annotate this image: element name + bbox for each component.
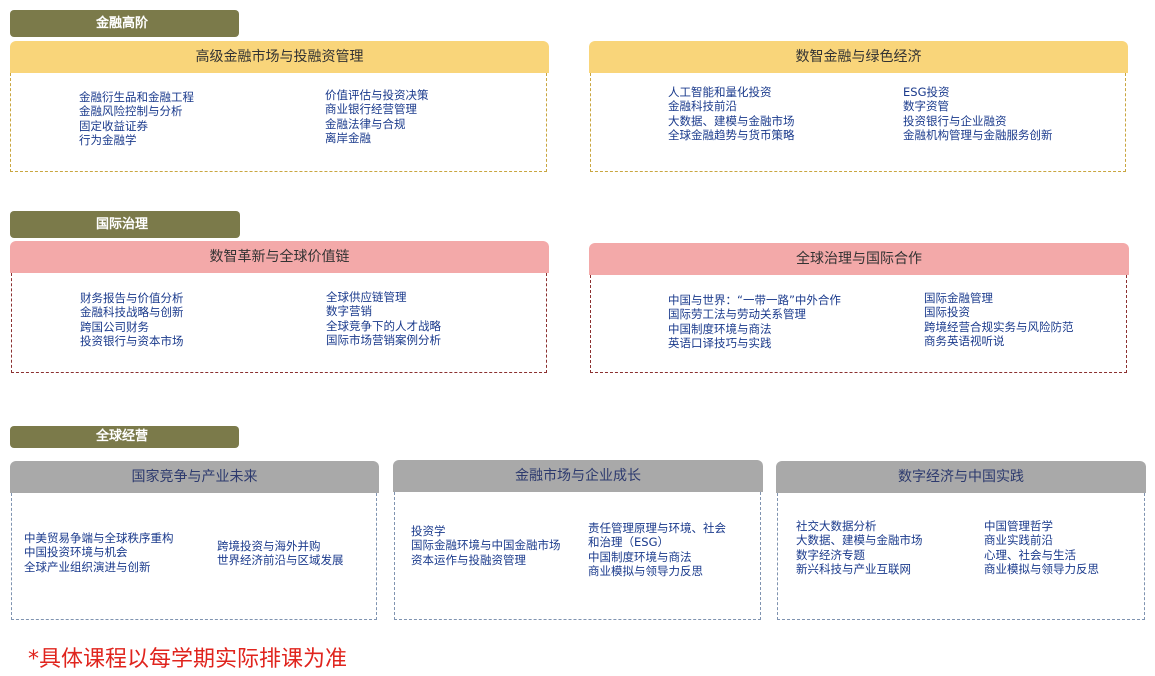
course-item: 金融机构管理与金融服务创新 [903,128,1053,143]
card-body-digital-economy: 社交大数据分析 大数据、建模与金融市场 数字经济专题 新兴科技与产业互联网 中国… [777,493,1145,620]
course-item: 心理、社会与生活 [984,547,1076,562]
card-title-digital-economy: 数字经济与中国实践 [776,461,1146,493]
card-title-global-governance: 全球治理与国际合作 [589,243,1129,275]
course-item: 国际市场营销案例分析 [326,333,441,348]
course-list-left: 金融衍生品和金融工程 金融风险控制与分析 固定收益证券 行为金融学 [79,90,194,148]
course-item: 数字经济专题 [796,547,865,562]
card-title-label: 全球治理与国际合作 [796,251,922,267]
course-item: 全球金融趋势与货币策略 [668,128,795,143]
course-item: 财务报告与价值分析 [80,291,184,305]
course-item: 数字资管 [903,99,949,114]
course-list-right: 中国管理哲学 商业实践前沿 心理、社会与生活 商业模拟与领导力反思 [984,519,1099,577]
course-item: 资本运作与投融资管理 [411,552,526,567]
card-title-label: 国家竞争与产业未来 [131,469,258,485]
course-item: 价值评估与投资决策 [325,88,429,102]
section-tag-label: 全球经营 [96,429,149,444]
course-list-left: 财务报告与价值分析 金融科技战略与创新 跨国公司财务 投资银行与资本市场 [80,291,184,349]
course-list-right: 国际金融管理 国际投资 跨境经营合规实务与风险防范 商务英语视听说 [924,291,1074,349]
course-item: 国际投资 [924,305,970,320]
course-item: 中国管理哲学 [984,519,1053,533]
course-item: 责任管理原理与环境、社会 [588,521,726,535]
course-item: 世界经济前沿与区域发展 [217,553,344,568]
section-tag-business: 全球经营 [10,426,239,448]
course-item: 全球供应链管理 [326,290,407,304]
card-body-value-chain: 财务报告与价值分析 金融科技战略与创新 跨国公司财务 投资银行与资本市场 全球供… [11,273,547,373]
course-item: 投资银行与资本市场 [80,334,184,349]
course-item: 投资银行与企业融资 [903,113,1007,128]
course-item: 商务英语视听说 [924,334,1005,349]
course-item: 商业实践前沿 [984,533,1053,548]
course-item: 金融衍生品和金融工程 [79,90,194,104]
course-item: 全球产业组织演进与创新 [24,559,151,574]
course-item: 英语口译技巧与实践 [668,336,772,351]
card-title-label: 数字经济与中国实践 [898,469,1024,485]
card-title-label: 金融市场与企业成长 [515,468,641,484]
course-list-right: 全球供应链管理 数字营销 全球竞争下的人才战略 国际市场营销案例分析 [326,290,441,348]
course-item: 中国制度环境与商法 [668,321,772,336]
section-tag-finance: 金融高阶 [10,10,239,37]
course-item: 金融科技战略与创新 [80,305,184,320]
course-item: 跨境投资与海外并购 [217,539,321,553]
course-list-left: 人工智能和量化投资 金融科技前沿 大数据、建模与金融市场 全球金融趋势与货币策略 [668,85,795,143]
section-tag-governance: 国际治理 [10,211,240,238]
course-item: 全球竞争下的人才战略 [326,318,441,333]
course-item: 商业银行经营管理 [325,102,417,117]
course-item: 国际劳工法与劳动关系管理 [668,307,806,322]
course-item: 跨国公司财务 [80,319,149,334]
course-item: 金融风险控制与分析 [79,104,183,119]
card-title-label: 高级金融市场与投融资管理 [195,49,364,65]
card-body-digital-finance: 人工智能和量化投资 金融科技前沿 大数据、建模与金融市场 全球金融趋势与货币策略… [590,73,1126,172]
course-list-left: 中国与世界：“一带一路”中外合作 国际劳工法与劳动关系管理 中国制度环境与商法 … [668,293,841,351]
course-item: 金融法律与合规 [325,116,406,131]
course-item: 中美贸易争端与全球秩序重构 [24,531,174,545]
course-item: 固定收益证券 [79,118,148,133]
course-list-right: 价值评估与投资决策 商业银行经营管理 金融法律与合规 离岸金融 [325,88,429,146]
card-title-label: 数智革新与全球价值链 [209,249,350,265]
card-body-financial-markets: 投资学 国际金融环境与中国金融市场 资本运作与投融资管理 责任管理原理与环境、社… [394,492,761,620]
course-item: 跨境经营合规实务与风险防范 [924,319,1074,334]
course-list-right: 责任管理原理与环境、社会 和治理（ESG） 中国制度环境与商法 商业模拟与领导力… [588,521,726,579]
course-list-right: ESG投资 数字资管 投资银行与企业融资 金融机构管理与金融服务创新 [903,85,1053,143]
card-title-digital-finance: 数智金融与绿色经济 [589,41,1128,73]
course-item: 新兴科技与产业互联网 [796,562,911,577]
schedule-note: *具体课程以每学期实际排课为准 [28,647,348,672]
course-item: 中国与世界：“一带一路”中外合作 [668,293,841,307]
course-item: 离岸金融 [325,131,371,146]
course-item: ESG投资 [903,85,950,99]
course-item: 人工智能和量化投资 [668,85,772,99]
course-list-left: 投资学 国际金融环境与中国金融市场 资本运作与投融资管理 [411,524,561,567]
course-item: 国际金融环境与中国金融市场 [411,538,561,553]
card-title-label: 数智金融与绿色经济 [795,49,922,65]
course-item: 社交大数据分析 [796,519,877,533]
course-list-right: 跨境投资与海外并购 世界经济前沿与区域发展 [217,539,344,568]
course-item: 数字营销 [326,304,372,319]
card-title-financial-markets: 金融市场与企业成长 [393,460,763,492]
course-item: 商业模拟与领导力反思 [984,562,1099,577]
course-item: 行为金融学 [79,133,137,148]
course-item: 商业模拟与领导力反思 [588,564,703,579]
course-item: 和治理（ESG） [588,535,669,550]
course-item: 大数据、建模与金融市场 [796,533,923,548]
card-body-advanced-finance: 金融衍生品和金融工程 金融风险控制与分析 固定收益证券 行为金融学 价值评估与投… [10,73,547,172]
section-tag-label: 国际治理 [96,217,149,232]
course-item: 大数据、建模与金融市场 [668,113,795,128]
course-item: 国际金融管理 [924,291,993,305]
course-item: 金融科技前沿 [668,99,737,114]
card-title-value-chain: 数智革新与全球价值链 [10,241,549,273]
section-tag-label: 金融高阶 [96,16,149,31]
course-list-left: 社交大数据分析 大数据、建模与金融市场 数字经济专题 新兴科技与产业互联网 [796,519,923,577]
course-item: 投资学 [411,524,446,538]
course-item: 中国投资环境与机会 [24,545,128,560]
card-title-national-competition: 国家竞争与产业未来 [10,461,379,493]
card-title-advanced-finance: 高级金融市场与投融资管理 [10,41,549,73]
course-list-left: 中美贸易争端与全球秩序重构 中国投资环境与机会 全球产业组织演进与创新 [24,531,174,574]
card-body-global-governance: 中国与世界：“一带一路”中外合作 国际劳工法与劳动关系管理 中国制度环境与商法 … [590,275,1127,373]
card-body-national-competition: 中美贸易争端与全球秩序重构 中国投资环境与机会 全球产业组织演进与创新 跨境投资… [11,493,377,620]
course-item: 中国制度环境与商法 [588,549,692,564]
